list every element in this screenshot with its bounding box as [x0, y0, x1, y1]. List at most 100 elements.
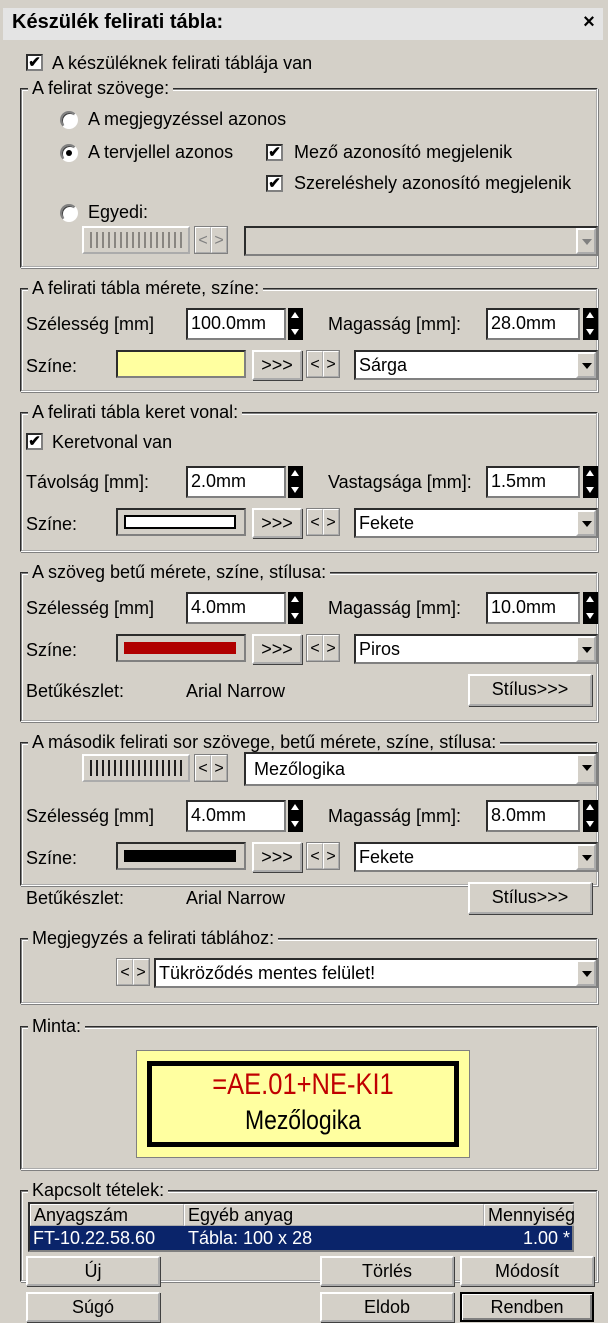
font-color-pick-button[interactable]: >>> [252, 634, 302, 664]
frame-color-value: Fekete [359, 513, 415, 533]
second-color-pick-button[interactable]: >>> [252, 842, 302, 872]
font-height-spinner[interactable] [583, 592, 598, 624]
custom-text-combo[interactable] [244, 226, 598, 256]
font-style-button[interactable]: Stílus>>> [468, 674, 592, 706]
field-id-checkbox[interactable]: ✔ [266, 144, 283, 161]
plate-color-value: Sárga [359, 355, 408, 375]
chevron-down-icon[interactable] [576, 510, 596, 536]
frame-color-combo[interactable]: Fekete [354, 508, 598, 538]
font-color-label: Színe: [26, 640, 78, 660]
sample-group-title: Minta: [28, 1016, 86, 1036]
plate-height-spinner[interactable] [583, 308, 598, 340]
chevron-down-icon[interactable] [576, 844, 596, 870]
frame-color-label: Színe: [26, 514, 78, 534]
second-height-spinner[interactable] [583, 800, 598, 832]
second-text-nav[interactable]: < > [194, 754, 228, 782]
sample-plate: =AE.01+NE-KI1 Mezőlogika [136, 1050, 470, 1158]
second-font-value: Arial Narrow [186, 888, 286, 908]
location-id-label: Szereléshely azonosító megjelenik [294, 173, 572, 193]
second-color-label: Színe: [26, 848, 78, 868]
chevron-down-icon[interactable] [576, 352, 596, 378]
delete-button[interactable]: Törlés [320, 1256, 454, 1286]
plate-color-label: Színe: [26, 356, 78, 376]
keyboard-icon[interactable] [82, 754, 190, 782]
size-group-title: A felirati tábla mérete, színe: [28, 278, 264, 298]
second-width-input[interactable]: 4.0mm [186, 800, 286, 832]
second-height-input[interactable]: 8.0mm [486, 800, 580, 832]
second-width-spinner[interactable] [288, 800, 303, 832]
radio-note[interactable] [60, 111, 78, 129]
frame-checkbox-label: Keretvonal van [52, 432, 173, 452]
radio-custom-label: Egyedi: [88, 202, 149, 222]
cell-material-no: FT-10.22.58.60 [33, 1228, 156, 1248]
radio-custom[interactable] [60, 204, 78, 222]
font-family-label: Betűkészlet: [26, 681, 125, 701]
font-color-swatch [116, 634, 246, 662]
second-line-group-title: A második felirati sor szövege, betű mér… [28, 732, 501, 752]
font-width-label: Szélesség [mm] [26, 598, 155, 618]
frame-color-swatch [116, 508, 246, 536]
custom-nav-arrows[interactable]: < > [194, 226, 228, 254]
second-color-combo[interactable]: Fekete [354, 842, 598, 872]
plate-height-input[interactable]: 28.0mm [486, 308, 580, 340]
frame-color-pick-button[interactable]: >>> [252, 508, 302, 538]
second-width-label: Szélesség [mm] [26, 806, 155, 826]
help-button[interactable]: Súgó [26, 1292, 160, 1322]
close-icon[interactable]: × [578, 10, 600, 34]
column-header[interactable]: Mennyiség [484, 1204, 575, 1226]
frame-distance-input[interactable]: 2.0mm [186, 466, 286, 498]
keyboard-icon[interactable] [82, 226, 190, 254]
cell-other-material: Tábla: 100 x 28 [188, 1228, 313, 1248]
ok-button[interactable]: Rendben [460, 1292, 594, 1322]
plate-width-spinner[interactable] [288, 308, 303, 340]
discard-button[interactable]: Eldob [320, 1292, 454, 1322]
frame-thickness-input[interactable]: 1.5mm [486, 466, 580, 498]
font-color-nav[interactable]: < > [306, 634, 340, 662]
font-width-input[interactable]: 4.0mm [186, 592, 286, 624]
frame-thickness-spinner[interactable] [583, 466, 598, 498]
second-height-label: Magasság [mm]: [328, 806, 462, 826]
font-family-value: Arial Narrow [186, 681, 286, 701]
frame-checkbox[interactable]: ✔ [26, 433, 43, 450]
dialog-window: Készülék felirati tábla: × ✔ A készülékn… [0, 0, 608, 1323]
plate-color-combo[interactable]: Sárga [354, 350, 598, 380]
second-style-button[interactable]: Stílus>>> [468, 882, 592, 914]
modify-button[interactable]: Módosít [460, 1256, 594, 1286]
column-header[interactable]: Anyagszám [30, 1204, 184, 1226]
location-id-checkbox[interactable]: ✔ [266, 175, 283, 192]
frame-color-nav[interactable]: < > [306, 508, 340, 536]
font-height-input[interactable]: 10.0mm [486, 592, 580, 624]
second-text-combo[interactable]: Mezőlogika [244, 752, 598, 786]
font-color-combo[interactable]: Piros [354, 634, 598, 664]
chevron-down-icon[interactable] [576, 636, 596, 662]
plate-width-input[interactable]: 100.0mm [186, 308, 286, 340]
text-group-title: A felirat szövege: [28, 78, 174, 98]
plate-color-pick-button[interactable]: >>> [252, 350, 302, 380]
new-button[interactable]: Új [26, 1256, 160, 1286]
font-width-spinner[interactable] [288, 592, 303, 624]
second-color-swatch [116, 842, 246, 870]
frame-distance-spinner[interactable] [288, 466, 303, 498]
linked-items-table[interactable]: Anyagszám Egyéb anyag Mennyiség FT-10.22… [28, 1202, 575, 1252]
note-group-title: Megjegyzés a felirati táblához: [28, 928, 279, 948]
note-value: Tükröződés mentes felület! [159, 963, 376, 983]
chevron-down-icon[interactable] [576, 754, 596, 784]
second-font-label: Betűkészlet: [26, 888, 125, 908]
second-text-value: Mezőlogika [254, 759, 346, 779]
chevron-down-icon[interactable] [576, 960, 596, 986]
font-height-label: Magasság [mm]: [328, 598, 462, 618]
plate-color-nav[interactable]: < > [306, 350, 340, 378]
window-title: Készülék felirati tábla: [12, 11, 224, 33]
second-color-nav[interactable]: < > [306, 842, 340, 870]
field-id-label: Mező azonosító megjelenik [294, 142, 513, 162]
column-header[interactable]: Egyéb anyag [184, 1204, 484, 1226]
note-nav[interactable]: < > [116, 958, 150, 986]
radio-designation[interactable] [60, 144, 78, 162]
note-combo[interactable]: Tükröződés mentes felület! [154, 958, 598, 988]
frame-group-title: A felirati tábla keret vonal: [28, 402, 243, 422]
linked-group-title: Kapcsolt tételek: [28, 1180, 169, 1200]
plate-color-swatch [116, 350, 246, 378]
has-plate-checkbox[interactable]: ✔ [26, 54, 43, 71]
table-row[interactable]: FT-10.22.58.60 Tábla: 100 x 28 1.00 * [30, 1226, 572, 1250]
cell-quantity: 1.00 * [522, 1228, 570, 1248]
